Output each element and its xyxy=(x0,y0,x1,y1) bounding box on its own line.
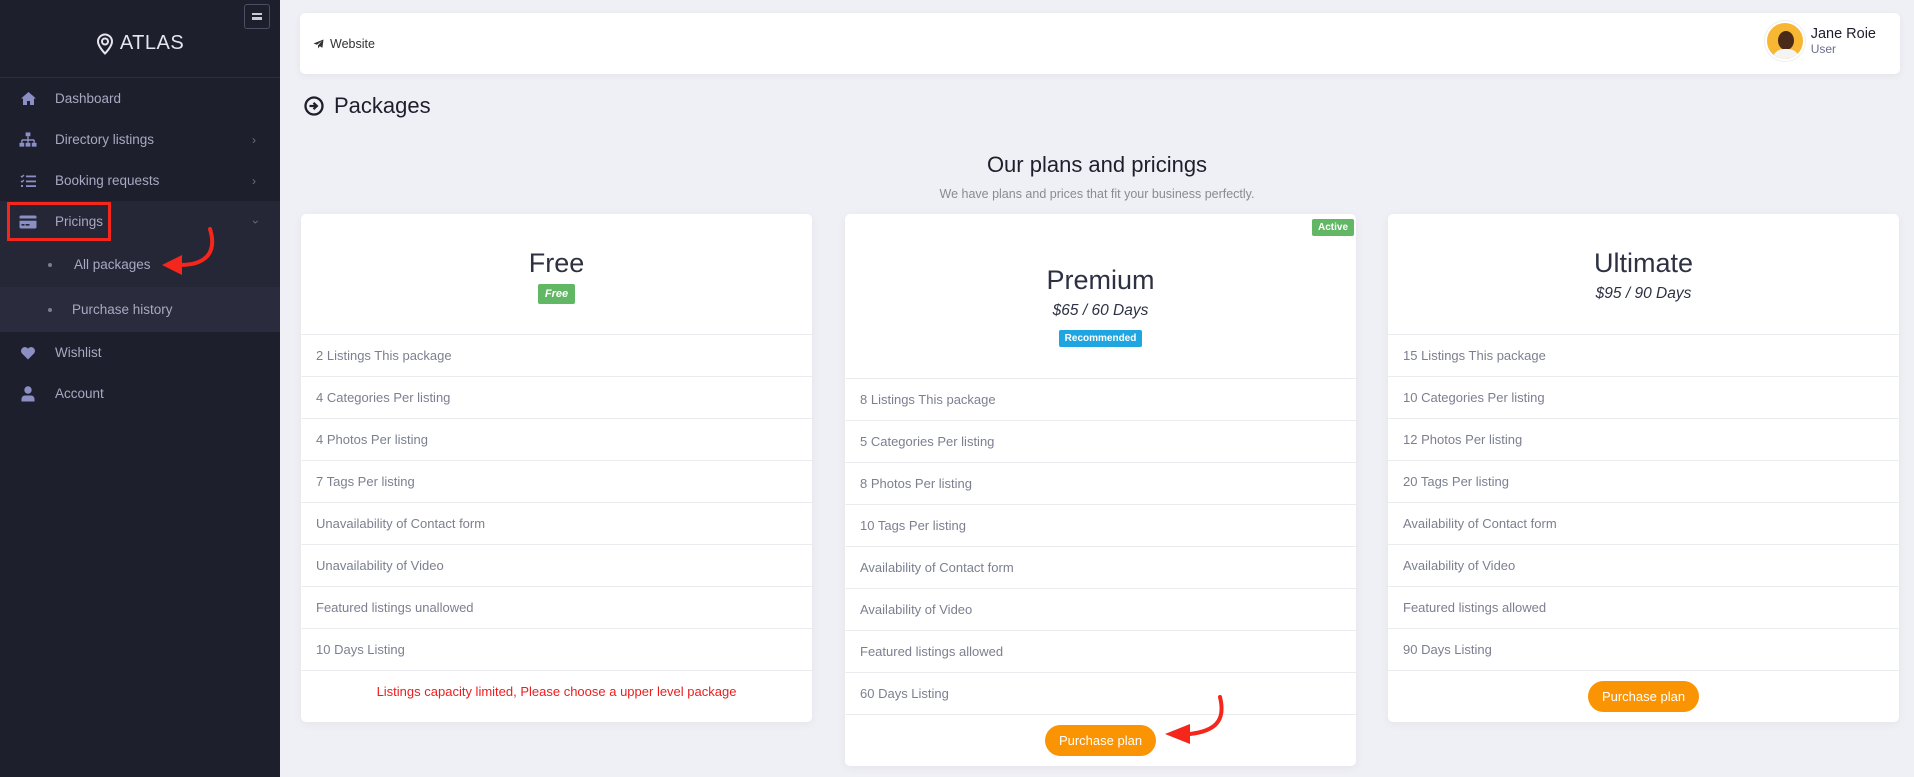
user-icon xyxy=(19,385,37,402)
sidebar-item-label: Directory listings xyxy=(55,132,155,147)
sidebar-item-wishlist[interactable]: Wishlist xyxy=(0,332,280,373)
sidebar-nav: Dashboard Directory listings › Booking r… xyxy=(0,78,280,414)
page-title-text: Packages xyxy=(334,93,431,118)
active-status-badge: Active xyxy=(1311,219,1354,236)
feature-item: 10 Days Listing xyxy=(301,629,812,671)
plan-card-free: Free Free 2 Listings This package 4 Cate… xyxy=(301,214,812,722)
free-badge: Free xyxy=(537,284,576,304)
user-role: User xyxy=(1810,42,1837,56)
website-link[interactable]: Website xyxy=(313,37,375,51)
feature-item: 8 Listings This package xyxy=(845,379,1356,421)
paper-plane-icon xyxy=(313,39,324,49)
feature-item: 15 Listings This package xyxy=(1388,335,1899,377)
page-title: Packages xyxy=(304,93,431,119)
plan-price: $65 / 60 Days xyxy=(1052,302,1149,319)
feature-item: 10 Tags Per listing xyxy=(845,505,1356,547)
feature-item: Featured listings allowed xyxy=(1388,587,1899,629)
plan-name: Premium xyxy=(1046,265,1155,295)
sidebar-item-dashboard[interactable]: Dashboard xyxy=(0,78,280,119)
feature-item: 20 Tags Per listing xyxy=(1388,461,1899,503)
sidebar-item-pricings[interactable]: Pricings › xyxy=(0,201,280,242)
home-icon xyxy=(19,91,37,107)
tasks-icon xyxy=(19,173,37,189)
sidebar: ATLAS Dashboard Directory listings › Boo… xyxy=(0,0,280,777)
plan-card-header: Ultimate $95 / 90 Days xyxy=(1388,214,1899,335)
sidebar-subitem-label: Purchase history xyxy=(72,302,173,317)
sidebar-item-directory-listings[interactable]: Directory listings › xyxy=(0,119,280,160)
feature-item: Availability of Video xyxy=(1388,545,1899,587)
chevron-right-icon: › xyxy=(252,173,256,188)
website-label: Website xyxy=(330,37,375,51)
sidebar-item-label: Pricings xyxy=(55,214,104,229)
bullet-icon xyxy=(48,262,52,267)
feature-item: Availability of Contact form xyxy=(1388,503,1899,545)
feature-item: 8 Photos Per listing xyxy=(845,463,1356,505)
feature-item: 5 Categories Per listing xyxy=(845,421,1356,463)
user-info: Jane Roie User xyxy=(1811,26,1876,56)
sitemap-icon xyxy=(19,131,37,148)
feature-item: Unavailability of Contact form xyxy=(301,503,812,545)
arrow-circle-right-icon xyxy=(304,96,324,116)
feature-item: 12 Photos Per listing xyxy=(1388,419,1899,461)
plan-name: Ultimate xyxy=(1593,248,1694,278)
plan-card-premium: Active Premium $65 / 60 Days Recommended… xyxy=(845,214,1356,766)
feature-list: 2 Listings This package 4 Categories Per… xyxy=(301,335,812,671)
sidebar-subitem-all-packages[interactable]: All packages xyxy=(0,242,280,287)
feature-item: Featured listings allowed xyxy=(845,631,1356,673)
feature-item: 2 Listings This package xyxy=(301,335,812,377)
sidebar-item-label: Dashboard xyxy=(55,91,122,106)
feature-item: Featured listings unallowed xyxy=(301,587,812,629)
topbar: Website Jane Roie User xyxy=(300,13,1900,74)
chevron-right-icon: › xyxy=(252,132,256,147)
feature-list: 15 Listings This package 10 Categories P… xyxy=(1388,335,1899,671)
recommended-badge: Recommended xyxy=(1058,330,1143,347)
plan-price: $95 / 90 Days xyxy=(1595,285,1692,302)
plan-card-header: Active Premium $65 / 60 Days Recommended xyxy=(845,214,1356,379)
brand-name: ATLAS xyxy=(119,32,185,54)
feature-list: 8 Listings This package 5 Categories Per… xyxy=(845,379,1356,715)
feature-item: Unavailability of Video xyxy=(301,545,812,587)
purchase-plan-button[interactable]: Purchase plan xyxy=(1044,725,1157,756)
feature-item: 10 Categories Per listing xyxy=(1388,377,1899,419)
sidebar-subitem-label: All packages xyxy=(74,257,151,272)
brand-logo[interactable]: ATLAS xyxy=(0,32,280,55)
sidebar-item-booking-requests[interactable]: Booking requests › xyxy=(0,160,280,201)
feature-item: 4 Categories Per listing xyxy=(301,377,812,419)
plan-card-footer: Listings capacity limited, Please choose… xyxy=(301,671,812,701)
chevron-down-icon: › xyxy=(249,219,263,224)
heart-icon xyxy=(19,345,37,361)
avatar xyxy=(1764,21,1805,61)
hamburger-icon xyxy=(252,13,262,20)
section-title: Our plans and pricings xyxy=(986,152,1208,177)
sidebar-item-account[interactable]: Account xyxy=(0,373,280,414)
plan-name: Free xyxy=(528,248,585,278)
avatar-body-shape xyxy=(1771,49,1800,59)
sidebar-item-label: Account xyxy=(55,386,104,401)
plan-card-footer: Purchase plan xyxy=(845,715,1356,756)
map-pin-icon xyxy=(96,32,113,55)
plan-card-header: Free Free xyxy=(301,214,812,335)
section-subtitle: We have plans and prices that fit your b… xyxy=(939,187,1255,201)
bullet-icon xyxy=(48,307,52,312)
credit-card-icon xyxy=(19,214,37,230)
avatar-head-shape xyxy=(1777,31,1794,50)
purchase-plan-button[interactable]: Purchase plan xyxy=(1587,681,1700,712)
user-menu[interactable]: Jane Roie User xyxy=(1764,21,1876,61)
capacity-warning: Listings capacity limited, Please choose… xyxy=(376,684,737,699)
feature-item: 4 Photos Per listing xyxy=(301,419,812,461)
feature-item: Availability of Contact form xyxy=(845,547,1356,589)
feature-item: Availability of Video xyxy=(845,589,1356,631)
feature-item: 60 Days Listing xyxy=(845,673,1356,715)
sidebar-item-label: Booking requests xyxy=(55,173,160,188)
user-name: Jane Roie xyxy=(1810,26,1876,42)
sidebar-item-label: Wishlist xyxy=(55,345,102,360)
plan-card-ultimate: Ultimate $95 / 90 Days 15 Listings This … xyxy=(1388,214,1899,722)
plan-card-footer: Purchase plan xyxy=(1388,671,1899,712)
pricings-submenu: All packages Purchase history xyxy=(0,242,280,332)
sidebar-header: ATLAS xyxy=(0,0,280,78)
sidebar-subitem-purchase-history[interactable]: Purchase history xyxy=(0,287,280,332)
feature-item: 7 Tags Per listing xyxy=(301,461,812,503)
feature-item: 90 Days Listing xyxy=(1388,629,1899,671)
menu-toggle-button[interactable] xyxy=(244,4,270,29)
